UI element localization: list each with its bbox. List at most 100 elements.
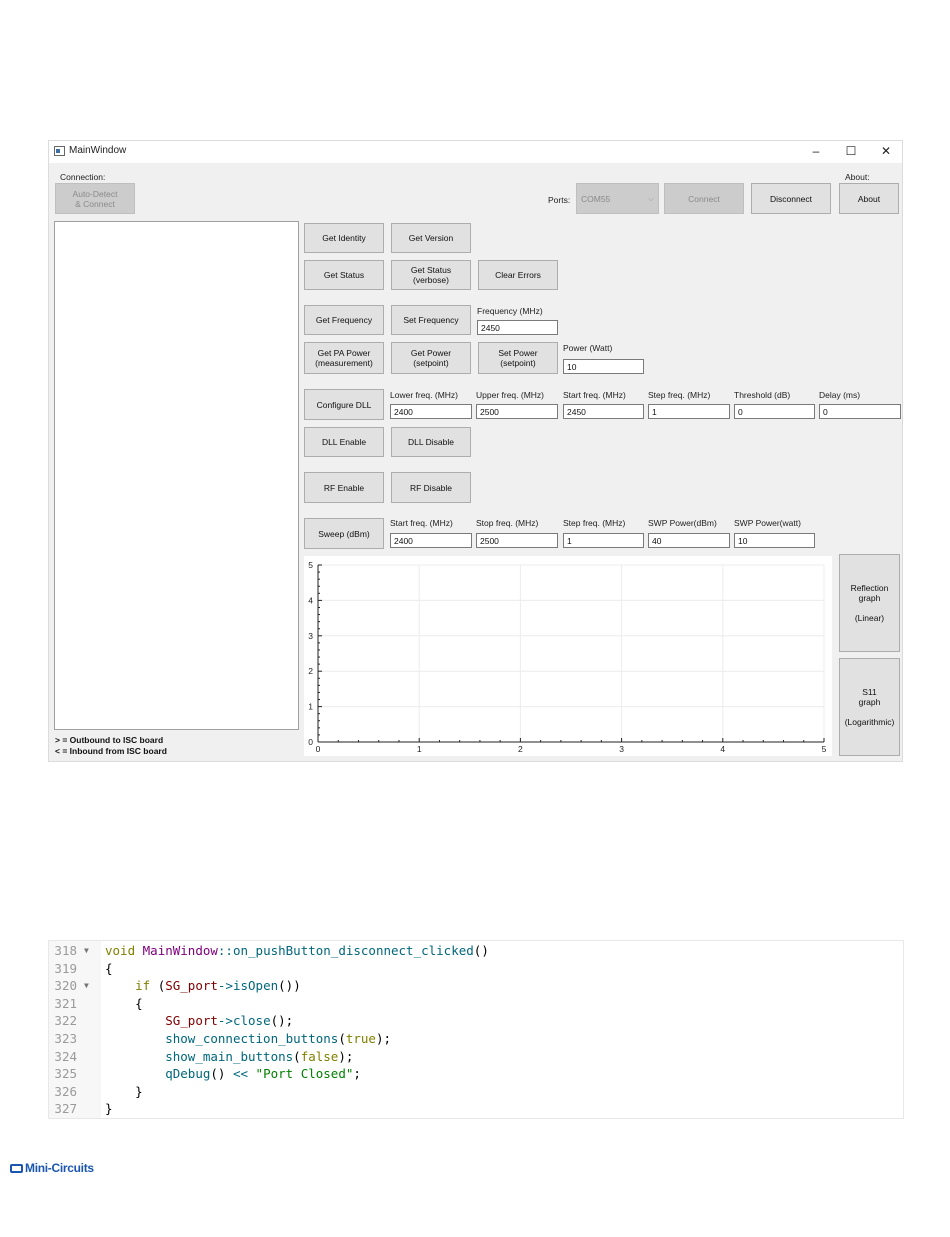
connect-button[interactable]: Connect <box>664 183 744 214</box>
code-text: show_connection_buttons(true); <box>165 1031 392 1046</box>
get-version-button[interactable]: Get Version <box>391 223 471 253</box>
reflection-label-3: (Linear) <box>854 613 885 623</box>
auto-detect-label-2: & Connect <box>75 198 115 209</box>
main-window: MainWindow – ☐ ✕ Connection: Auto-Detect… <box>48 140 903 762</box>
power-label: Power (Watt) <box>563 343 613 353</box>
plot-x-tick-label: 1 <box>417 744 422 754</box>
dll-disable-button[interactable]: DLL Disable <box>391 427 471 457</box>
logo-text: Mini-Circuits <box>25 1161 94 1175</box>
sweep-power-watt-input[interactable]: 10 <box>734 533 815 548</box>
port-value: COM55 <box>581 193 611 204</box>
sweep-power-dbm-label: SWP Power(dBm) <box>648 518 717 528</box>
sweep-power-watt-label: SWP Power(watt) <box>734 518 801 528</box>
code-text: void MainWindow::on_pushButton_disconnec… <box>105 943 489 958</box>
auto-detect-label-1: Auto-Detect <box>72 188 118 199</box>
minimize-button[interactable]: – <box>799 141 833 163</box>
ports-combobox[interactable]: COM55 ⌵ <box>576 183 659 214</box>
dll-upper-freq-input[interactable]: 2500 <box>476 404 558 419</box>
rf-disable-button[interactable]: RF Disable <box>391 472 471 503</box>
dll-upper-freq-label: Upper freq. (MHz) <box>476 390 545 400</box>
get-power-label-1: Get Power <box>410 348 452 358</box>
disconnect-button[interactable]: Disconnect <box>751 183 831 214</box>
auto-detect-connect-button[interactable]: Auto-Detect & Connect <box>55 183 135 214</box>
sweep-button[interactable]: Sweep (dBm) <box>304 518 384 549</box>
dll-step-freq-label: Step freq. (MHz) <box>648 390 711 400</box>
monitor-icon <box>10 1164 23 1173</box>
plot-y-tick-label: 0 <box>308 737 313 747</box>
power-input[interactable]: 10 <box>563 359 644 374</box>
plot-y-tick-label: 4 <box>308 595 313 605</box>
plot-x-tick-label: 0 <box>316 744 321 754</box>
mini-circuits-logo: Mini-Circuits <box>10 1161 94 1175</box>
plot-y-tick-label: 1 <box>308 702 313 712</box>
chevron-down-icon: ⌵ <box>647 193 654 203</box>
line-number: 321 <box>54 995 77 1011</box>
fold-arrow-icon[interactable]: ▼ <box>84 977 89 995</box>
dll-delay-label: Delay (ms) <box>819 390 861 400</box>
sweep-start-freq-input[interactable]: 2400 <box>390 533 472 548</box>
frequency-label: Frequency (MHz) <box>477 306 543 316</box>
line-number: 319 <box>54 960 77 976</box>
sweep-step-freq-input[interactable]: 1 <box>563 533 644 548</box>
line-number: 326 <box>54 1083 77 1099</box>
reflection-label-1: Reflection <box>850 583 889 593</box>
plot-y-tick-label: 3 <box>308 631 313 641</box>
inbound-legend: < = Inbound from ISC board <box>55 746 167 756</box>
get-pa-power-button[interactable]: Get PA Power (measurement) <box>304 342 384 374</box>
line-number: 320 <box>54 978 77 994</box>
sweep-stop-freq-input[interactable]: 2500 <box>476 533 558 548</box>
s11-graph-button[interactable]: S11 graph (Logarithmic) <box>839 658 900 756</box>
close-button[interactable]: ✕ <box>869 141 903 163</box>
set-power-button[interactable]: Set Power (setpoint) <box>478 342 558 374</box>
get-status-button[interactable]: Get Status <box>304 260 384 290</box>
line-number: 323 <box>54 1031 77 1046</box>
line-number: 325 <box>54 1066 77 1082</box>
get-identity-button[interactable]: Get Identity <box>304 223 384 253</box>
maximize-button[interactable]: ☐ <box>834 141 868 163</box>
set-power-label-2: (setpoint) <box>500 358 536 368</box>
dll-lower-freq-label: Lower freq. (MHz) <box>390 390 459 400</box>
fold-arrow-icon[interactable]: ▼ <box>84 942 89 960</box>
get-pa-power-label-1: Get PA Power <box>317 348 371 358</box>
reflection-label-2: graph <box>858 593 881 603</box>
rf-enable-button[interactable]: RF Enable <box>304 472 384 503</box>
dll-threshold-label: Threshold (dB) <box>734 390 791 400</box>
get-status-verbose-label-1: Get Status <box>410 265 452 275</box>
dll-delay-input[interactable]: 0 <box>819 404 901 419</box>
sweep-step-freq-label: Step freq. (MHz) <box>563 518 626 528</box>
sweep-power-dbm-input[interactable]: 40 <box>648 533 730 548</box>
line-number: 318 <box>54 943 77 958</box>
code-text: { <box>105 995 143 1011</box>
ports-label: Ports: <box>548 195 571 205</box>
plot-x-tick-label: 3 <box>619 744 624 754</box>
sweep-stop-freq-label: Stop freq. (MHz) <box>476 518 539 528</box>
code-text: show_main_buttons(false); <box>165 1048 354 1064</box>
about-button[interactable]: About <box>839 183 899 214</box>
reflection-graph-button[interactable]: Reflection graph (Linear) <box>839 554 900 652</box>
get-status-verbose-button[interactable]: Get Status (verbose) <box>391 260 471 290</box>
get-status-verbose-label-2: (verbose) <box>413 275 449 285</box>
get-power-button[interactable]: Get Power (setpoint) <box>391 342 471 374</box>
dll-lower-freq-input[interactable]: 2400 <box>390 404 472 419</box>
dll-step-freq-input[interactable]: 1 <box>648 404 730 419</box>
code-text: } <box>105 1101 113 1117</box>
dll-threshold-input[interactable]: 0 <box>734 404 815 419</box>
s11-label-2: graph <box>858 697 881 707</box>
clear-errors-button[interactable]: Clear Errors <box>478 260 558 290</box>
dll-start-freq-input[interactable]: 2450 <box>563 404 644 419</box>
code-snippet: 318 ▼ void MainWindow::on_pushButton_disco… <box>48 940 904 1119</box>
serial-log-textbox[interactable] <box>54 221 299 730</box>
code-text: } <box>105 1083 143 1099</box>
configure-dll-button[interactable]: Configure DLL <box>304 389 384 420</box>
code-text: SG_port->close(); <box>165 1013 294 1029</box>
set-frequency-button[interactable]: Set Frequency <box>391 305 471 335</box>
dll-enable-button[interactable]: DLL Enable <box>304 427 384 457</box>
code-text: qDebug() << "Port Closed"; <box>165 1066 361 1082</box>
get-power-label-2: (setpoint) <box>413 358 449 368</box>
code-text: if (SG_port->isOpen()) <box>135 978 301 994</box>
set-power-label-1: Set Power <box>498 348 538 358</box>
get-pa-power-label-2: (measurement) <box>315 358 373 368</box>
frequency-input[interactable]: 2450 <box>477 320 558 335</box>
line-number: 327 <box>54 1101 77 1117</box>
get-frequency-button[interactable]: Get Frequency <box>304 305 384 335</box>
